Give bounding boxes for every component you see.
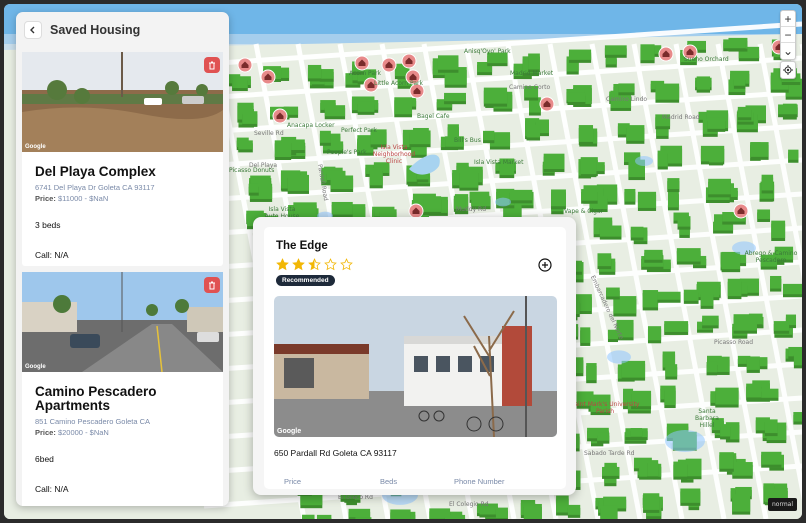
add-icon[interactable] xyxy=(538,258,552,272)
map-label: Little Acorn Park xyxy=(374,80,423,87)
housing-pin-icon[interactable] xyxy=(381,57,397,73)
delete-button[interactable] xyxy=(204,277,220,293)
compass-button[interactable]: ⌄ xyxy=(781,43,795,59)
map-label: El Colegio Rd xyxy=(449,501,489,508)
star-half-icon xyxy=(308,258,321,271)
panel-header: Saved Housing xyxy=(16,12,229,47)
detail-title: The Edge xyxy=(276,240,328,252)
saved-housing-card[interactable]: Google Camino Pescadero Apartments 851 C… xyxy=(22,272,223,506)
trash-icon xyxy=(209,61,215,69)
map-label: Camino Corto xyxy=(509,84,551,91)
map-label: Sabado Tarde Rd xyxy=(584,450,635,457)
map-label: Bill's Bus xyxy=(454,137,481,144)
housing-pin-icon[interactable] xyxy=(272,108,288,124)
housing-name: Del Playa Complex xyxy=(35,164,156,179)
delete-button[interactable] xyxy=(204,57,220,73)
map-label: Acorn Park xyxy=(349,70,382,77)
housing-detail-card: The Edge Recommended Google 650 Pardall … xyxy=(264,227,566,489)
detail-address: 650 Pardall Rd Goleta CA 93117 xyxy=(274,448,397,458)
recommended-badge: Recommended xyxy=(276,275,335,286)
detail-photo: Google xyxy=(274,296,557,437)
map-label: Abrego & Camino Pescadero xyxy=(744,250,798,264)
housing-beds: 3 beds xyxy=(35,220,61,230)
price-label: Price: xyxy=(35,428,56,437)
star-empty-icon xyxy=(324,258,337,271)
column-header-phone: Phone Number xyxy=(454,477,505,486)
map-label: Anacapa Locker xyxy=(287,122,335,129)
price-value: $11000 - $NaN xyxy=(57,194,109,203)
star-rating xyxy=(276,258,353,271)
housing-detail-popup: The Edge Recommended Google 650 Pardall … xyxy=(253,217,576,495)
housing-photo: Google xyxy=(22,52,223,152)
map-label: Picasso Road xyxy=(714,339,754,346)
map-mode-badge: normal xyxy=(768,498,798,511)
housing-beds: 6bed xyxy=(35,454,54,464)
photo-credit: Google xyxy=(25,364,46,370)
column-header-price: Price xyxy=(284,477,302,486)
map-label: Bagel Cafe xyxy=(417,113,450,120)
map-label: Madrid Road xyxy=(662,114,700,121)
map-label: Camino Lindo xyxy=(606,96,648,103)
trash-icon xyxy=(209,281,215,289)
housing-pin-icon[interactable] xyxy=(260,69,276,85)
price-value: $20000 - $NaN xyxy=(57,428,109,437)
zoom-in-button[interactable]: + xyxy=(781,11,795,27)
housing-address: 851 Camino Pescadero Goleta CA xyxy=(35,417,151,426)
photo-credit: Google xyxy=(25,144,46,150)
star-empty-icon xyxy=(340,258,353,271)
star-filled-icon xyxy=(276,258,289,271)
housing-pin-icon[interactable] xyxy=(354,55,370,71)
housing-address: 6741 Del Playa Dr Goleta CA 93117 xyxy=(35,183,155,192)
locate-button[interactable] xyxy=(781,62,795,78)
saved-housing-panel: Saved Housing Google Del Playa Complex 6… xyxy=(16,12,229,506)
map-label: Saint Mark's University Parish xyxy=(570,401,640,415)
map-label: Isla Vista Neighborhood Clinic xyxy=(372,144,416,165)
housing-call: Call: N/A xyxy=(35,484,69,494)
map-label: People's Park xyxy=(327,149,367,156)
map-label: Sueno Orchard xyxy=(684,56,729,63)
star-filled-icon xyxy=(292,258,305,271)
locate-control xyxy=(780,61,796,79)
map-label: Anisq'Oyo' Park xyxy=(464,48,511,55)
zoom-out-button[interactable]: − xyxy=(781,27,795,43)
housing-pin-icon[interactable] xyxy=(539,96,555,112)
housing-call: Call: N/A xyxy=(35,250,69,260)
housing-pin-icon[interactable] xyxy=(237,57,253,73)
housing-price: Price: $11000 - $NaN xyxy=(35,194,223,203)
housing-photo: Google xyxy=(22,272,223,372)
map-label: Picasso Donuts xyxy=(229,167,275,174)
map-label: Isla Vista Market xyxy=(474,159,524,166)
panel-title: Saved Housing xyxy=(50,22,141,37)
housing-name: Camino Pescadero Apartments xyxy=(35,384,157,413)
app-frame: Acorn Park Little Acorn Park Anisq'Oyo' … xyxy=(4,4,802,519)
locate-icon xyxy=(783,65,793,75)
housing-pin-icon[interactable] xyxy=(408,203,424,219)
arrow-left-icon xyxy=(30,26,35,33)
map-label: El Greco Rd xyxy=(338,494,373,501)
map-label: Perfect Park xyxy=(341,127,377,134)
saved-housing-card[interactable]: Google Del Playa Complex 6741 Del Playa … xyxy=(22,52,223,266)
photo-credit: Google xyxy=(277,428,302,435)
housing-pin-icon[interactable] xyxy=(658,46,674,62)
housing-pin-icon[interactable] xyxy=(401,53,417,69)
back-button[interactable] xyxy=(24,20,42,39)
column-header-beds: Beds xyxy=(380,477,398,486)
map-label: Vape & Cigar xyxy=(564,208,604,215)
zoom-controls: + − ⌄ xyxy=(780,10,796,60)
housing-price: Price: $20000 - $NaN xyxy=(35,428,223,437)
map-label: Muddy Rd xyxy=(456,206,487,213)
price-label: Price: xyxy=(35,194,56,203)
map-label: Madrid Market xyxy=(510,70,554,77)
map-label: Santa Barbara Hillel xyxy=(695,408,719,429)
map-label: Seville Rd xyxy=(254,130,284,137)
housing-pin-icon[interactable] xyxy=(733,203,749,219)
